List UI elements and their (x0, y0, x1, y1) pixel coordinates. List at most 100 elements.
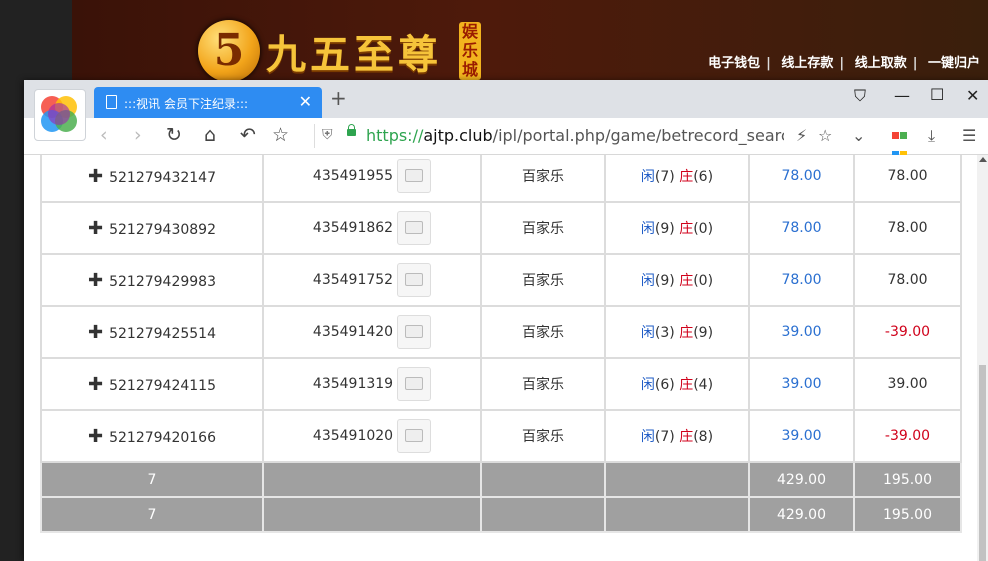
win-loss-cell: -39.00 (853, 409, 962, 463)
expand-plus-icon[interactable]: ✚ (88, 166, 103, 187)
table-row: ✚ 521279424115 435491319 百家乐 闲(6) 庄(4) 39.00 3… (40, 357, 962, 411)
game-cell: 百家乐 (480, 253, 606, 307)
win-loss-cell: -39.00 (853, 305, 962, 359)
browser-logo-icon (34, 89, 86, 141)
shield-icon[interactable]: ⛨ (322, 127, 333, 143)
total-count-cell: 7 (40, 461, 264, 498)
new-tab-button[interactable]: + (330, 86, 347, 110)
forward-icon[interactable]: › (134, 124, 142, 146)
order-id-cell: ✚ 521279429983 (40, 253, 264, 307)
link-deposit[interactable]: 线上存款 (781, 56, 833, 71)
video-thumbnail-icon[interactable] (397, 159, 432, 193)
reload-icon[interactable]: ↻ (166, 124, 182, 146)
browser-window: :::视讯 会员下注纪录::: ✕ + ⛉ — ☐ ✕ ‹ › ↻ ⌂ ↶ ☆ … (24, 80, 988, 561)
order-id-cell: ✚ 521279430892 (40, 201, 264, 255)
order-id-cell: ✚ 521279432147 (40, 155, 264, 203)
logo-badge-char: 娱 (461, 22, 478, 41)
maximize-button[interactable]: ☐ (930, 85, 944, 104)
game-cell: 百家乐 (480, 305, 606, 359)
totals-row: 7 429.00 195.00 (40, 496, 962, 533)
back-icon[interactable]: ‹ (100, 124, 108, 146)
browser-toolbar: ‹ › ↻ ⌂ ↶ ☆ ⛨ https://ajtp.club/ipl/port… (24, 118, 988, 158)
scrollbar[interactable] (977, 155, 988, 561)
site-header: 5 九五至尊 娱 乐 城 电子钱包 | 线上存款 | 线上取款 | 一键归户 (72, 0, 988, 82)
bet-amount-cell: 78.00 (748, 201, 855, 255)
total-result-cell: 195.00 (853, 461, 962, 498)
lock-icon (347, 124, 356, 136)
totals-row: 7 429.00 195.00 (40, 461, 962, 498)
win-loss-cell: 39.00 (853, 357, 962, 411)
total-bet-cell: 429.00 (748, 461, 855, 498)
round-cell: 435491955 (262, 155, 482, 203)
game-cell: 百家乐 (480, 357, 606, 411)
table-row: ✚ 521279429983 435491752 百家乐 闲(9) 庄(0) 78.00 7… (40, 253, 962, 307)
expand-plus-icon[interactable]: ✚ (88, 270, 103, 291)
result-cell: 闲(3) 庄(9) (604, 305, 750, 359)
round-cell: 435491020 (262, 409, 482, 463)
result-cell: 闲(7) 庄(6) (604, 155, 750, 203)
table-row: ✚ 521279430892 435491862 百家乐 闲(9) 庄(0) 78.00 7… (40, 201, 962, 255)
win-loss-cell: 78.00 (853, 253, 962, 307)
lightning-icon[interactable]: ⚡ (796, 126, 807, 145)
bet-amount-cell: 39.00 (748, 357, 855, 411)
favorite-star-icon[interactable]: ☆ (818, 126, 832, 145)
order-id-cell: ✚ 521279425514 (40, 305, 264, 359)
video-thumbnail-icon[interactable] (397, 367, 432, 401)
expand-plus-icon[interactable]: ✚ (88, 218, 103, 239)
download-icon[interactable]: ⤓ (928, 126, 935, 146)
link-consolidate[interactable]: 一键归户 (928, 56, 980, 71)
bet-amount-cell: 78.00 (748, 253, 855, 307)
link-withdraw[interactable]: 线上取款 (855, 56, 907, 71)
expand-plus-icon[interactable]: ✚ (88, 374, 103, 395)
tab-active[interactable]: :::视讯 会员下注纪录::: ✕ (94, 87, 322, 118)
scroll-up-arrow-icon[interactable] (979, 157, 987, 162)
document-icon (106, 95, 117, 109)
table-row: ✚ 521279420166 435491020 百家乐 闲(7) 庄(8) 39.00-… (40, 409, 962, 463)
video-thumbnail-icon[interactable] (397, 211, 432, 245)
game-cell: 百家乐 (480, 409, 606, 463)
tab-bar: :::视讯 会员下注纪录::: ✕ + ⛉ — ☐ ✕ (24, 80, 988, 118)
total-bet-cell: 429.00 (748, 496, 855, 533)
logo-text: 九五至尊 (266, 31, 442, 78)
win-loss-cell: 78.00 (853, 201, 962, 255)
home-icon[interactable]: ⌂ (204, 124, 216, 146)
scrollbar-thumb[interactable] (979, 365, 986, 561)
expand-plus-icon[interactable]: ✚ (88, 322, 103, 343)
result-cell: 闲(9) 庄(0) (604, 253, 750, 307)
round-cell: 435491420 (262, 305, 482, 359)
table-row: ✚ 521279425514 435491420 百家乐 闲(3) 庄(9) 39.00-… (40, 305, 962, 359)
round-cell: 435491319 (262, 357, 482, 411)
bet-amount-cell: 39.00 (748, 409, 855, 463)
video-thumbnail-icon[interactable] (397, 263, 432, 297)
video-thumbnail-icon[interactable] (397, 315, 432, 349)
game-cell: 百家乐 (480, 155, 606, 203)
close-tab-icon[interactable]: ✕ (299, 92, 312, 111)
total-result-cell: 195.00 (853, 496, 962, 533)
result-cell: 闲(6) 庄(4) (604, 357, 750, 411)
logo-badge-char: 乐 (461, 41, 478, 60)
address-bar[interactable]: https://ajtp.club/ipl/portal.php/game/be… (366, 126, 784, 145)
game-cell: 百家乐 (480, 201, 606, 255)
shirt-skin-icon[interactable]: ⛉ (854, 86, 866, 106)
order-id-cell: ✚ 521279424115 (40, 357, 264, 411)
result-cell: 闲(7) 庄(8) (604, 409, 750, 463)
minimize-button[interactable]: — (894, 86, 910, 105)
close-window-button[interactable]: ✕ (966, 86, 979, 105)
undo-icon[interactable]: ↶ (240, 124, 256, 146)
chevron-down-icon[interactable]: ⌄ (852, 126, 865, 145)
logo-badge: 娱 乐 城 (459, 22, 481, 80)
menu-icon[interactable]: ☰ (962, 126, 976, 145)
top-links: 电子钱包 | 线上存款 | 线上取款 | 一键归户 (708, 56, 980, 71)
bookmark-star-icon[interactable]: ☆ (272, 124, 289, 146)
tab-title: :::视讯 会员下注纪录::: (124, 97, 249, 111)
table-row: ✚ 521279432147 435491955 百家乐 闲(7) 庄(6) 78.00 7… (40, 155, 962, 203)
round-cell: 435491752 (262, 253, 482, 307)
total-count-cell: 7 (40, 496, 264, 533)
order-id-cell: ✚ 521279420166 (40, 409, 264, 463)
expand-plus-icon[interactable]: ✚ (88, 426, 103, 447)
video-thumbnail-icon[interactable] (397, 419, 432, 453)
win-loss-cell: 78.00 (853, 155, 962, 203)
logo-badge-char: 城 (461, 60, 478, 79)
logo-emblem: 5 (198, 20, 260, 82)
link-wallet[interactable]: 电子钱包 (708, 56, 760, 71)
